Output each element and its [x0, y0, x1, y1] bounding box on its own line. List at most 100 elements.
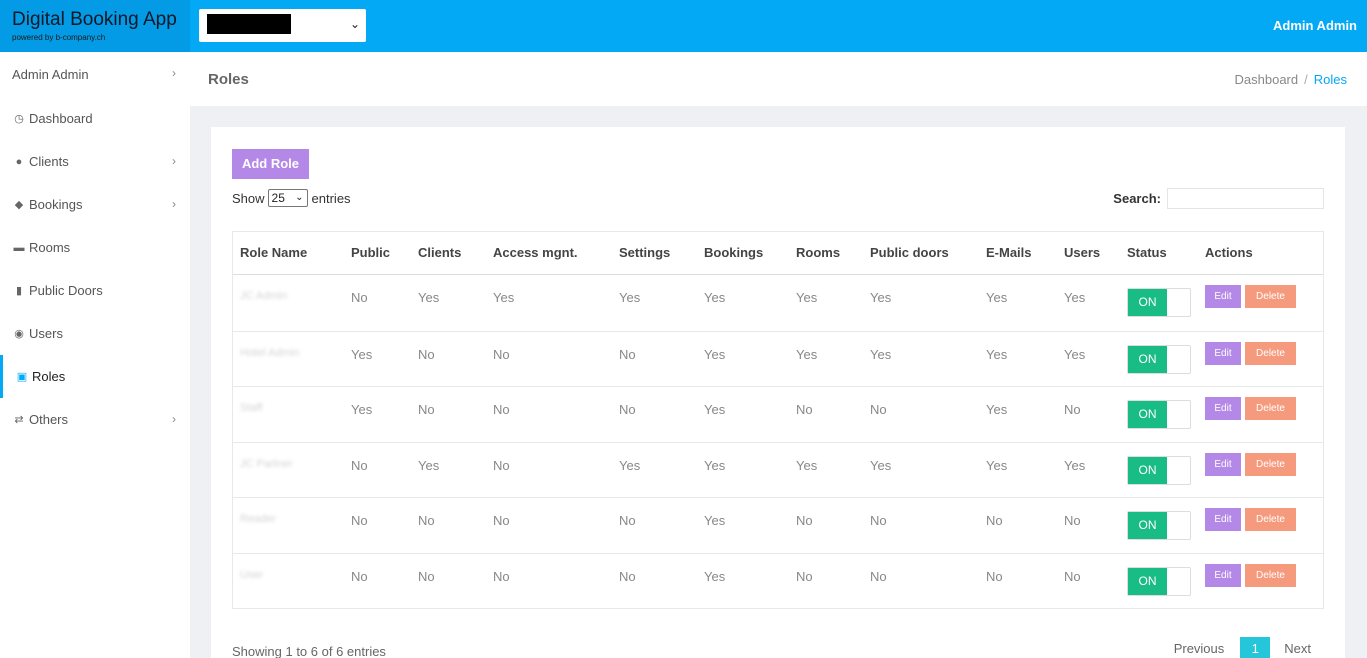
- role-name-cell: Hotel Admin: [240, 346, 300, 359]
- sidebar-item-bookings[interactable]: ◆ Bookings ›: [0, 183, 190, 226]
- public-doors-cell: No: [870, 402, 887, 417]
- search-label: Search:: [1113, 191, 1161, 206]
- status-cell: ON: [1127, 332, 1191, 387]
- roles-card: Add Role Show 25 ⌄ entries Search: Role N…: [211, 127, 1345, 658]
- delete-button[interactable]: Delete: [1245, 285, 1296, 308]
- edit-button[interactable]: Edit: [1205, 285, 1241, 308]
- chevron-right-icon: ›: [172, 154, 176, 168]
- bookings-cell: Yes: [704, 346, 726, 362]
- search-input[interactable]: [1167, 188, 1324, 209]
- settings-cell: No: [619, 346, 636, 362]
- public-doors-cell: No: [870, 568, 887, 584]
- page-1-button[interactable]: 1: [1240, 637, 1271, 658]
- sidebar-item-profile[interactable]: Admin Admin ›: [0, 52, 190, 97]
- delete-button[interactable]: Delete: [1245, 563, 1296, 587]
- status-toggle[interactable]: ON: [1127, 511, 1191, 540]
- sidebar-item-others[interactable]: ⇄ Others ›: [0, 398, 190, 441]
- sidebar-item-rooms[interactable]: ▬ Rooms: [0, 226, 190, 269]
- access-mgnt-cell: No: [493, 402, 510, 417]
- column-header-role-name[interactable]: Role Name: [240, 232, 307, 274]
- status-toggle[interactable]: ON: [1127, 400, 1191, 429]
- clients-cell: Yes: [418, 290, 440, 305]
- column-header-access-mgnt[interactable]: Access mgnt.: [493, 232, 578, 274]
- user-menu[interactable]: Admin Admin: [1273, 18, 1357, 33]
- client-select[interactable]: ⌄: [199, 9, 366, 42]
- previous-button[interactable]: Previous: [1174, 641, 1225, 656]
- delete-button[interactable]: Delete: [1245, 397, 1296, 420]
- edit-button[interactable]: Edit: [1205, 341, 1241, 365]
- public-cell: No: [351, 568, 368, 584]
- clients-cell: Yes: [418, 457, 440, 473]
- next-button[interactable]: Next: [1284, 641, 1311, 656]
- settings-cell: No: [619, 568, 636, 584]
- entries-select[interactable]: 25 ⌄: [267, 189, 308, 207]
- delete-button[interactable]: Delete: [1245, 508, 1296, 531]
- column-header-rooms[interactable]: Rooms: [796, 232, 840, 274]
- actions-cell: Edit Delete: [1205, 554, 1296, 609]
- delete-button[interactable]: Delete: [1245, 341, 1296, 365]
- status-toggle-label: ON: [1128, 567, 1167, 595]
- breadcrumb: Dashboard / Roles: [1235, 72, 1347, 87]
- column-header-clients[interactable]: Clients: [418, 232, 461, 274]
- status-toggle-label: ON: [1128, 345, 1167, 373]
- e-mails-cell: Yes: [986, 290, 1008, 305]
- sidebar-item-users[interactable]: ◉ Users: [0, 312, 190, 355]
- e-mails-cell: No: [986, 568, 1003, 584]
- column-header-status[interactable]: Status: [1127, 232, 1167, 274]
- clients-cell: No: [418, 513, 435, 528]
- show-label: Show: [232, 190, 265, 206]
- user-icon: ●: [15, 155, 23, 168]
- status-toggle[interactable]: ON: [1127, 288, 1191, 317]
- bookings-cell: Yes: [704, 457, 726, 473]
- public-cell: Yes: [351, 402, 373, 417]
- actions-cell: Edit Delete: [1205, 275, 1296, 331]
- actions-cell: Edit Delete: [1205, 498, 1296, 553]
- exchange-icon: ⇄: [14, 414, 24, 426]
- breadcrumb-dashboard[interactable]: Dashboard: [1235, 72, 1299, 87]
- rooms-cell: No: [796, 513, 813, 528]
- column-header-e-mails[interactable]: E-Mails: [986, 232, 1032, 274]
- status-toggle[interactable]: ON: [1127, 344, 1191, 374]
- sidebar-item-dashboard[interactable]: ◷ Dashboard: [0, 97, 190, 140]
- status-cell: ON: [1127, 498, 1191, 553]
- access-mgnt-cell: No: [493, 568, 510, 584]
- sidebar-item-public-doors[interactable]: ▮ Public Doors: [0, 269, 190, 312]
- sidebar-item-roles[interactable]: ▣ Roles: [0, 355, 190, 398]
- status-toggle-label: ON: [1128, 401, 1167, 428]
- rooms-cell: No: [796, 402, 813, 417]
- chevron-right-icon: ›: [172, 412, 176, 426]
- public-cell: Yes: [351, 346, 373, 362]
- e-mails-cell: Yes: [986, 457, 1008, 473]
- edit-button[interactable]: Edit: [1205, 563, 1241, 587]
- edit-button[interactable]: Edit: [1205, 508, 1241, 531]
- edit-button[interactable]: Edit: [1205, 452, 1241, 476]
- delete-button[interactable]: Delete: [1245, 452, 1296, 476]
- status-toggle[interactable]: ON: [1127, 566, 1191, 596]
- clients-cell: No: [418, 402, 435, 417]
- building-icon: ▮: [15, 285, 23, 297]
- add-role-button[interactable]: Add Role: [232, 149, 309, 179]
- column-header-actions[interactable]: Actions: [1205, 232, 1253, 274]
- status-cell: ON: [1127, 275, 1191, 331]
- column-header-public-doors[interactable]: Public doors: [870, 232, 949, 274]
- users-cell: No: [1064, 568, 1081, 584]
- column-header-bookings[interactable]: Bookings: [704, 232, 763, 274]
- e-mails-cell: No: [986, 513, 1003, 528]
- bookings-cell: Yes: [704, 402, 726, 417]
- sidebar-item-label: Users: [29, 326, 63, 341]
- column-header-settings[interactable]: Settings: [619, 232, 670, 274]
- e-mails-cell: Yes: [986, 402, 1008, 417]
- edit-button[interactable]: Edit: [1205, 397, 1241, 420]
- table-row: JC Admin No Yes Yes Yes Yes Yes Yes Yes Yes ON Edit…: [233, 275, 1323, 331]
- sidebar-item-label: Clients: [29, 154, 69, 169]
- status-toggle[interactable]: ON: [1127, 455, 1191, 485]
- column-header-public[interactable]: Public: [351, 232, 390, 274]
- sidebar-item-label: Roles: [32, 369, 66, 384]
- brand-logo[interactable]: Digital Booking App powered by b-company…: [0, 0, 190, 52]
- chevron-down-icon: ⌄: [349, 17, 360, 31]
- access-mgnt-cell: No: [493, 457, 510, 473]
- column-header-users[interactable]: Users: [1064, 232, 1100, 274]
- sidebar-item-clients[interactable]: ● Clients ›: [0, 140, 190, 183]
- table-row: Staff Yes No No No Yes No No Yes No ON Edit Delete: [233, 386, 1323, 442]
- status-cell: ON: [1127, 443, 1191, 498]
